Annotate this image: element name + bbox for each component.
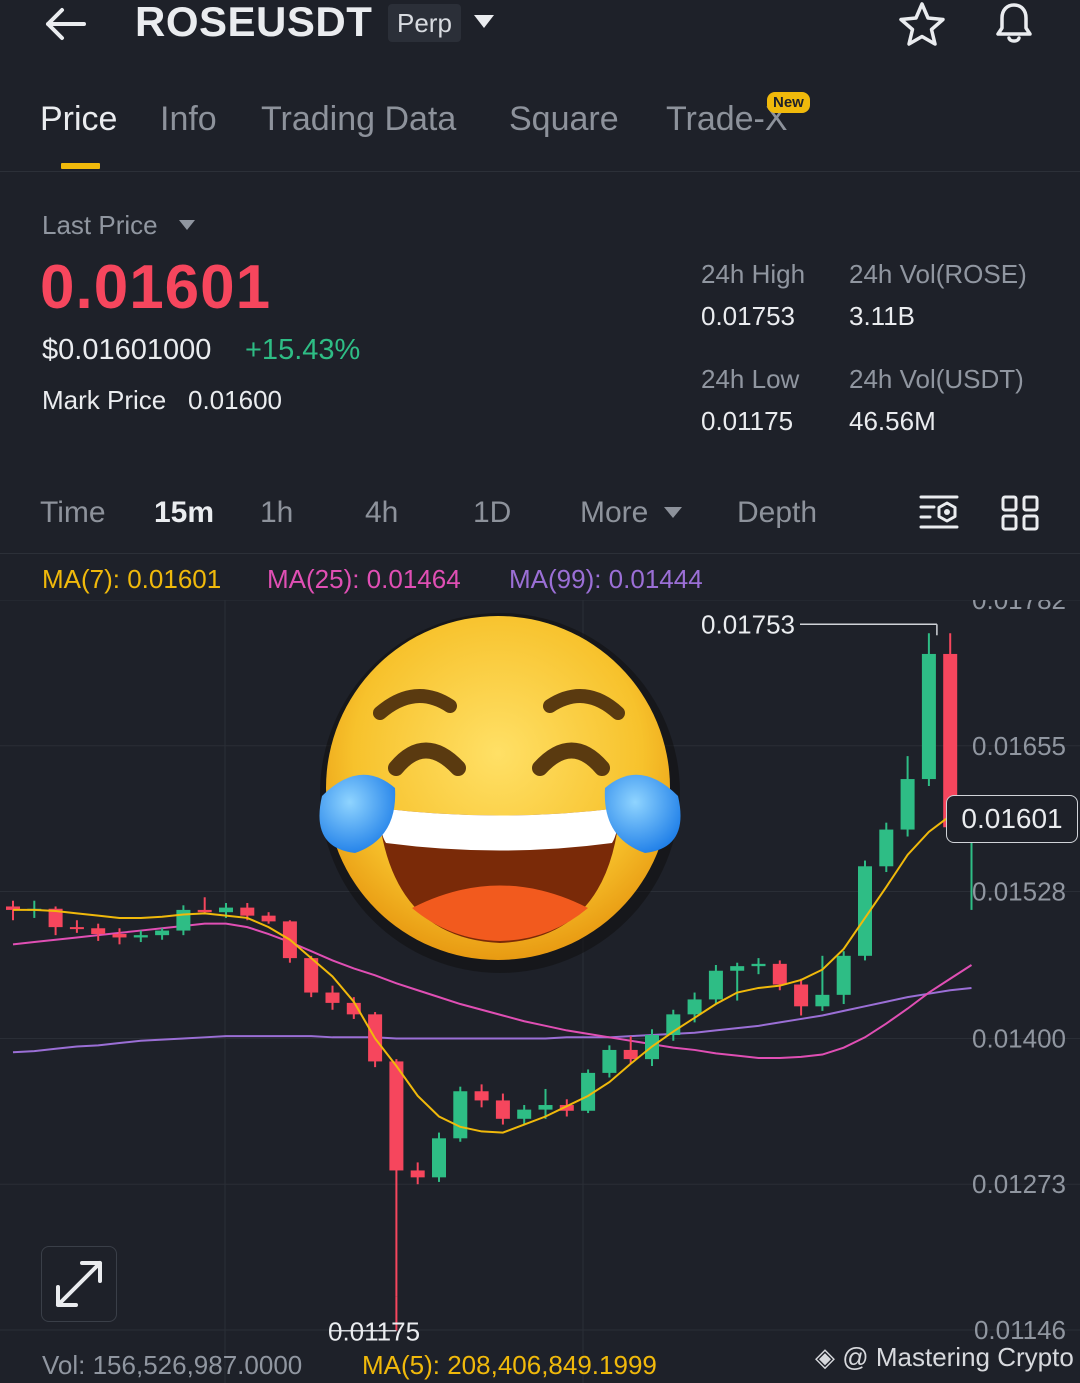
notification-bell-icon[interactable]: [988, 0, 1040, 48]
candle-up: [900, 779, 915, 830]
candle-up: [815, 994, 830, 1007]
last-price-caret-icon[interactable]: [178, 219, 196, 231]
tabs-divider: [0, 171, 1080, 172]
candle-down: [495, 1100, 510, 1119]
contract-type-badge[interactable]: Perp: [388, 4, 461, 42]
expand-arrows-icon: [56, 1261, 102, 1307]
tab-info[interactable]: Info: [160, 100, 217, 139]
tab-price[interactable]: Price: [40, 100, 117, 139]
last-price-value: 0.01601: [40, 253, 272, 322]
diamond-logo-icon: ◈: [815, 1342, 835, 1372]
layout-grid-icon[interactable]: [1000, 494, 1040, 532]
interval-4h[interactable]: 4h: [365, 496, 398, 530]
candle-down: [112, 934, 127, 938]
candle-up: [879, 829, 894, 867]
y-axis-tick-label: 0.01273: [972, 1169, 1066, 1199]
candle-down: [261, 915, 276, 922]
interval-1d[interactable]: 1D: [473, 496, 511, 530]
candle-down: [389, 1061, 404, 1171]
candle-up: [176, 909, 191, 931]
candle-down: [69, 927, 84, 930]
candle-up: [836, 955, 851, 995]
mark-price-value: 0.01600: [188, 385, 282, 415]
y-axis-tick-label: 0.01782: [972, 600, 1066, 615]
candle-down: [197, 909, 212, 913]
low-24h-label: 24h Low: [701, 364, 800, 394]
symbol-title[interactable]: ROSEUSDT: [135, 0, 372, 46]
tab-square[interactable]: Square: [509, 100, 619, 139]
high-24h-label: 24h High: [701, 259, 806, 289]
symbol-dropdown-caret-icon[interactable]: [472, 12, 496, 30]
volume-ma-readout: MA(5): 208,406,849.1999: [362, 1350, 657, 1380]
chart-settings-icon[interactable]: [918, 492, 960, 532]
candle-up: [751, 963, 766, 967]
candle-down: [91, 928, 106, 935]
candle-down: [410, 1170, 425, 1178]
candle-up: [133, 935, 148, 938]
low-24h-value: 0.01175: [701, 406, 794, 436]
ma25-indicator: MA(25): 0.01464: [267, 564, 461, 594]
candle-up: [687, 999, 702, 1015]
candle-up: [453, 1091, 468, 1139]
candle-down: [772, 963, 787, 985]
favorite-star-icon[interactable]: [896, 0, 948, 50]
volume-readout: Vol: 156,526,987.0000: [42, 1350, 303, 1380]
fullscreen-expand-button[interactable]: [41, 1246, 117, 1322]
current-price-marker: 0.01601: [946, 795, 1078, 843]
interval-time[interactable]: Time: [40, 496, 106, 530]
candle-down: [794, 984, 809, 1007]
more-caret-icon[interactable]: [663, 506, 683, 519]
candle-up: [921, 653, 936, 780]
candle-up: [730, 966, 745, 971]
high-marker-label: 0.01753: [701, 609, 795, 639]
watermark-text: @ Mastering Crypto: [842, 1342, 1074, 1372]
tab-trading-data[interactable]: Trading Data: [261, 100, 456, 139]
interval-divider: [0, 553, 1080, 554]
candle-up: [538, 1105, 553, 1110]
ma7-indicator: MA(7): 0.01601: [42, 564, 222, 594]
vol-quote-label: 24h Vol(USDT): [849, 364, 1024, 394]
candle-up: [219, 907, 233, 913]
candle-up: [708, 970, 723, 1000]
active-tab-indicator: [61, 163, 100, 169]
usd-price: $0.01601000: [42, 334, 212, 366]
interval-15m[interactable]: 15m: [154, 496, 214, 530]
candle-up: [602, 1049, 617, 1073]
candle-down: [325, 992, 340, 1003]
candle-up: [517, 1109, 532, 1119]
laughing-tears-emoji-icon: [319, 613, 681, 973]
back-arrow-icon[interactable]: [40, 2, 90, 46]
y-axis-tick-label: 0.01400: [972, 1023, 1066, 1053]
vol-base-label: 24h Vol(ROSE): [849, 259, 1027, 289]
ma99-indicator: MA(99): 0.01444: [509, 564, 703, 594]
mark-price-label: Mark Price: [42, 385, 167, 415]
candle-down: [623, 1049, 638, 1060]
vol-base-value: 3.11B: [849, 301, 916, 331]
interval-depth[interactable]: Depth: [737, 496, 817, 530]
low-marker-label: 0.01175: [328, 1317, 420, 1347]
high-24h-value: 0.01753: [701, 301, 795, 331]
price-change-percent: +15.43%: [245, 334, 361, 366]
y-axis-tick-label: 0.01146: [974, 1315, 1066, 1345]
new-badge: New: [767, 92, 810, 113]
candle-down: [240, 907, 255, 916]
interval-more[interactable]: More: [580, 496, 648, 530]
last-price-label[interactable]: Last Price: [42, 210, 158, 241]
candle-up: [155, 930, 170, 936]
vol-quote-value: 46.56M: [849, 406, 936, 436]
watermark: ◈ @ Mastering Crypto: [815, 1342, 1074, 1373]
interval-1h[interactable]: 1h: [260, 496, 293, 530]
candle-down: [474, 1091, 489, 1101]
y-axis-tick-label: 0.01655: [972, 731, 1066, 761]
candle-up: [432, 1138, 446, 1178]
y-axis-tick-label: 0.01528: [972, 877, 1066, 907]
